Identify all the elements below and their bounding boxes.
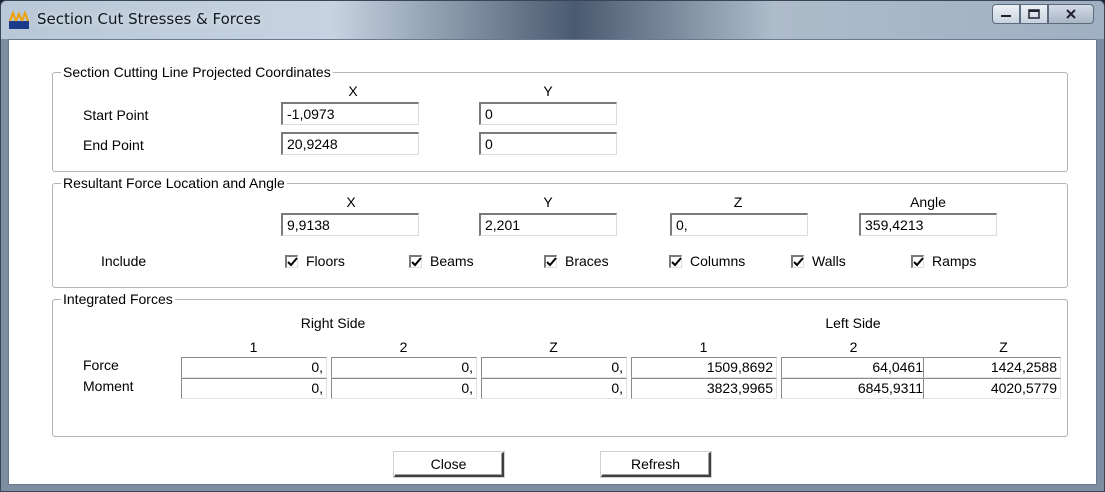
start-point-label: Start Point [83,107,149,123]
moment-label: Moment [83,378,134,394]
beams-label: Beams [430,253,474,269]
column-header-y: Y [543,83,553,99]
resultant-y-field[interactable]: 2,201 [479,213,617,236]
checkmark-icon [793,256,804,266]
include-beams-checkbox[interactable]: Beams [409,253,474,269]
section-cutting-line-legend: Section Cutting Line Projected Coordinat… [61,64,333,80]
close-button[interactable]: Close [394,452,504,477]
force-right-1: 0, [181,357,327,378]
maximize-button[interactable] [1020,4,1048,24]
close-icon [1066,9,1076,19]
end-y-field[interactable]: 0 [479,132,617,155]
dialog-client-area: Section Cutting Line Projected Coordinat… [8,39,1097,485]
beams-check-box[interactable] [409,254,422,268]
left-side-label: Left Side [825,315,881,331]
include-braces-checkbox[interactable]: Braces [544,253,609,269]
ramps-label: Ramps [932,253,977,269]
start-x-field[interactable]: -1,0973 [281,102,419,125]
force-left-2: 64,0461 [781,357,927,378]
caption-buttons [992,4,1094,26]
minimize-icon [1001,15,1011,17]
include-walls-checkbox[interactable]: Walls [791,253,846,269]
braces-check-box[interactable] [544,254,557,268]
checkmark-icon [546,256,557,266]
columns-check-box[interactable] [669,254,682,268]
moment-left-z: 4020,5779 [923,378,1061,399]
end-x-field[interactable]: 20,9248 [281,132,419,155]
header-left-z: Z [999,339,1008,355]
header-right-z: Z [549,339,558,355]
checkmark-icon [671,256,682,266]
column-header-x: X [348,83,358,99]
ramps-check-box[interactable] [911,254,924,268]
integrated-forces-legend: Integrated Forces [61,291,175,307]
refresh-button[interactable]: Refresh [601,452,711,477]
floors-label: Floors [306,253,345,269]
braces-label: Braces [565,253,609,269]
moment-right-z: 0, [481,378,627,399]
section-cutting-line-group: Section Cutting Line Projected Coordinat… [52,64,1068,172]
resultant-header-z: Z [733,194,743,210]
force-left-z: 1424,2588 [923,357,1061,378]
right-side-label: Right Side [300,315,366,331]
header-right-2: 2 [399,339,408,355]
resultant-header-y: Y [543,194,553,210]
resultant-z-field[interactable]: 0, [670,213,808,236]
walls-label: Walls [812,253,846,269]
force-right-2: 0, [331,357,477,378]
force-right-z: 0, [481,357,627,378]
app-icon [9,10,29,29]
floors-check-box[interactable] [285,254,298,268]
include-ramps-checkbox[interactable]: Ramps [911,253,976,269]
integrated-forces-group: Integrated Forces Right Side Left Side 1… [52,291,1068,437]
moment-left-2: 6845,9311 [781,378,927,399]
checkmark-icon [913,256,924,266]
include-label: Include [101,253,147,269]
start-y-field[interactable]: 0 [479,102,617,125]
maximize-icon [1028,9,1040,19]
header-right-1: 1 [249,339,258,355]
moment-left-1: 3823,9965 [631,378,777,399]
checkmark-icon [411,256,422,266]
walls-check-box[interactable] [791,254,804,268]
end-point-label: End Point [83,137,144,153]
resultant-force-group: Resultant Force Location and Angle X Y Z… [52,175,1068,288]
window-title: Section Cut Stresses & Forces [37,10,261,28]
force-left-1: 1509,8692 [631,357,777,378]
checkmark-icon [287,256,298,266]
dialog-window: Section Cut Stresses & Forces Section Cu… [0,0,1105,492]
resultant-force-legend: Resultant Force Location and Angle [61,175,287,191]
moment-right-1: 0, [181,378,327,399]
header-left-2: 2 [849,339,858,355]
resultant-x-field[interactable]: 9,9138 [281,213,419,236]
include-columns-checkbox[interactable]: Columns [669,253,745,269]
include-floors-checkbox[interactable]: Floors [285,253,345,269]
header-left-1: 1 [699,339,708,355]
force-label: Force [83,357,119,373]
columns-label: Columns [690,253,746,269]
resultant-angle-field[interactable]: 359,4213 [859,213,997,236]
resultant-header-x: X [346,194,356,210]
resultant-header-angle: Angle [910,194,946,210]
minimize-button[interactable] [992,4,1020,24]
title-bar[interactable]: Section Cut Stresses & Forces [1,1,1104,39]
close-window-button[interactable] [1048,4,1094,24]
moment-right-2: 0, [331,378,477,399]
